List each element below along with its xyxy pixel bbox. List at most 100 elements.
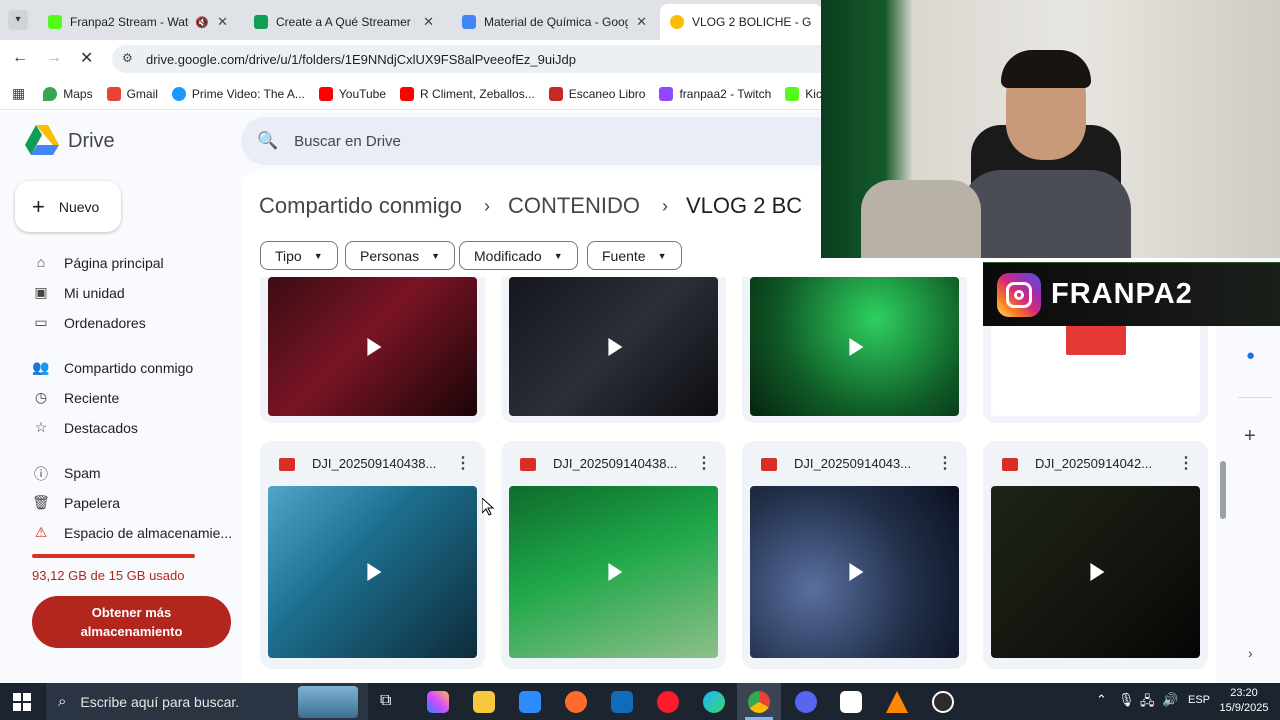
video-thumbnail (268, 277, 477, 416)
microphone-icon[interactable]: 🎙 (1118, 692, 1135, 708)
file-type-badge (1066, 325, 1126, 355)
apps-grid-icon[interactable]: ▦ (12, 85, 25, 102)
file-card[interactable]: DJI_20250914043... ⋮ (742, 441, 967, 669)
tray-chevron-up-icon[interactable]: ⌃ (1096, 692, 1107, 708)
forward-icon[interactable]: → (46, 49, 62, 67)
chevron-right-icon[interactable]: › (1248, 645, 1253, 661)
nav-trash[interactable]: 🗑 Papelera (32, 494, 120, 512)
nav-my-drive[interactable]: ▣ Mi unidad (32, 284, 124, 302)
stop-loading-icon[interactable]: ✕ (80, 48, 93, 68)
back-icon[interactable]: ← (12, 49, 28, 67)
nav-starred[interactable]: ☆ Destacados (32, 419, 138, 437)
bookmark-prime-video[interactable]: Prime Video: The A... (171, 86, 305, 101)
more-options-icon[interactable]: ⋮ (1178, 453, 1194, 473)
play-icon (366, 337, 381, 356)
bookmark-youtube[interactable]: YouTube (318, 86, 386, 101)
video-file-icon (520, 458, 536, 471)
opera-icon[interactable] (657, 691, 679, 713)
copilot-icon[interactable] (427, 691, 449, 713)
filter-source[interactable]: Fuente ▼ (587, 241, 682, 270)
bookmark-r-climent[interactable]: R Climent, Zeballos... (400, 86, 535, 101)
nav-spam[interactable]: ⓘ Spam (32, 464, 101, 482)
file-name: DJI_20250914043... (794, 456, 912, 471)
tab-create-streamer[interactable]: Create a A Qué Streamer le G ✕ (244, 4, 444, 40)
close-tab-icon[interactable]: ✕ (636, 14, 647, 30)
add-addon-icon[interactable]: + (1244, 425, 1256, 448)
play-icon (366, 563, 381, 581)
close-tab-icon[interactable]: ✕ (217, 14, 228, 30)
file-card[interactable]: DJI_202509140438... ⋮ (260, 441, 485, 669)
drive-logo-icon (25, 125, 59, 155)
store-icon[interactable] (519, 691, 541, 713)
tab-list-dropdown-icon[interactable]: ▾ (8, 10, 28, 30)
nav-shared-with-me[interactable]: 👥 Compartido conmigo (32, 359, 193, 377)
plus-icon: + (32, 193, 45, 219)
muted-speaker-icon[interactable]: 🔇 (195, 16, 209, 29)
volume-icon[interactable]: 🔊 (1162, 692, 1178, 708)
youtube-icon (400, 86, 415, 101)
video-thumbnail (509, 486, 718, 658)
nav-storage[interactable]: ⚠ Espacio de almacenamie... (32, 524, 232, 542)
tab-franpa2-stream[interactable]: Franpa2 Stream - Watch 🔇 ✕ (38, 4, 238, 40)
filter-people[interactable]: Personas ▼ (345, 241, 456, 270)
computer-icon: ▭ (34, 314, 48, 330)
chrome-icon[interactable] (748, 691, 770, 713)
new-button[interactable]: + Nuevo (15, 181, 121, 232)
caret-down-icon: ▼ (553, 250, 563, 261)
edge-icon[interactable] (703, 691, 725, 713)
chevron-right-icon: › (483, 195, 490, 216)
bookmark-escaneo-libro[interactable]: Escaneo Libro (548, 86, 645, 101)
breadcrumb: Compartido conmigo › CONTENIDO › VLOG 2 … (259, 193, 802, 219)
video-thumbnail (991, 486, 1200, 658)
file-explorer-icon[interactable] (473, 691, 495, 713)
search-icon[interactable]: 🔍 (257, 131, 278, 151)
file-card[interactable]: DJI_20250914042... ⋮ (983, 441, 1208, 669)
file-card[interactable]: DJI_202509140438... ⋮ (501, 441, 726, 669)
contacts-icon[interactable]: ● (1246, 347, 1255, 364)
more-options-icon[interactable]: ⋮ (455, 453, 471, 473)
filter-type[interactable]: Tipo ▼ (260, 241, 338, 270)
discord-icon[interactable] (795, 691, 817, 713)
breadcrumb-shared[interactable]: Compartido conmigo (259, 193, 462, 219)
close-tab-icon[interactable]: ✕ (423, 14, 434, 30)
bookmark-twitch[interactable]: franpaa2 - Twitch (659, 86, 771, 101)
capcut-icon[interactable] (840, 691, 862, 713)
breadcrumb-contenido[interactable]: CONTENIDO (508, 193, 640, 219)
bookmark-gmail[interactable]: Gmail (106, 86, 158, 101)
vlc-icon[interactable] (886, 691, 908, 713)
nav-home[interactable]: ⌂ Página principal (32, 254, 164, 272)
drive-logo[interactable]: Drive (25, 125, 115, 157)
caret-down-icon: ▼ (657, 250, 667, 261)
more-options-icon[interactable]: ⋮ (696, 453, 712, 473)
task-view-icon[interactable]: ⧉ (380, 692, 391, 710)
outlook-icon[interactable] (611, 691, 633, 713)
network-icon[interactable]: 🖧 (1140, 692, 1155, 714)
file-card[interactable] (742, 277, 967, 423)
firefox-icon[interactable] (565, 691, 587, 713)
taskbar-search-box[interactable]: ⌕ Escribe aquí para buscar. (46, 683, 368, 720)
tab-vlog-2-boliche[interactable]: VLOG 2 BOLICHE - Google (660, 4, 822, 40)
nav-recent[interactable]: ◷ Reciente (32, 389, 119, 407)
url-field[interactable]: ⚙ drive.google.com/drive/u/1/folders/1E9… (112, 45, 822, 73)
obs-icon[interactable] (932, 691, 954, 713)
bookmark-maps[interactable]: Maps (43, 86, 93, 101)
nav-computers[interactable]: ▭ Ordenadores (32, 314, 145, 332)
side-panel: ● + › (1230, 311, 1280, 683)
scrollbar-thumb[interactable] (1220, 461, 1226, 519)
input-language[interactable]: ESP (1188, 694, 1210, 706)
tab-material-quimica[interactable]: Material de Química - Goog ✕ (452, 4, 657, 40)
clock[interactable]: 23:20 15/9/2025 (1218, 686, 1270, 716)
file-name: DJI_202509140438... (553, 456, 678, 471)
windows-start-icon[interactable] (13, 693, 31, 711)
more-options-icon[interactable]: ⋮ (937, 453, 953, 473)
breadcrumb-vlog[interactable]: VLOG 2 BC (686, 193, 802, 219)
file-card[interactable] (260, 277, 485, 423)
sheets-favicon-icon (254, 15, 268, 29)
get-more-storage-button[interactable]: Obtener más almacenamiento (32, 596, 231, 648)
search-placeholder: Buscar en Drive (294, 132, 401, 150)
shared-icon: 👥 (32, 359, 50, 375)
filter-modified[interactable]: Modificado ▼ (459, 241, 578, 270)
site-settings-icon[interactable]: ⚙ (122, 51, 133, 65)
drive-search-bar[interactable]: 🔍 Buscar en Drive (241, 117, 822, 165)
file-card[interactable] (501, 277, 726, 423)
